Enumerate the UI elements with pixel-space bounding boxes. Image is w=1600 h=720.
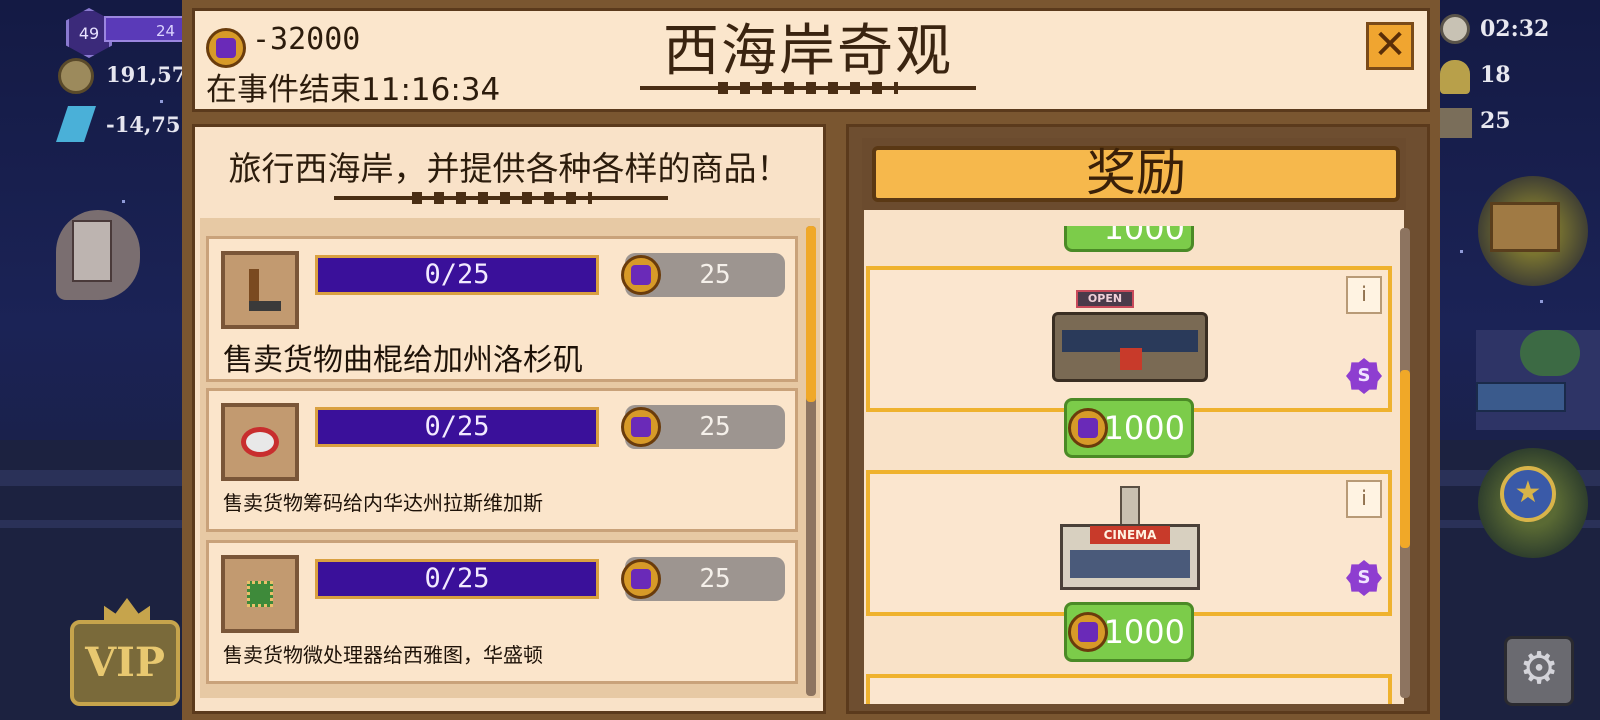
- task-label: 售卖货物微处理器给西雅图，华盛顿: [223, 643, 543, 667]
- star: [1460, 250, 1463, 253]
- star: [160, 100, 163, 103]
- chip-body: [247, 581, 273, 607]
- clock-icon: [1440, 14, 1470, 44]
- task-list-scroll-thumb[interactable]: [806, 226, 816, 402]
- vip-button[interactable]: VIP: [70, 620, 180, 706]
- task-item-frame: [221, 251, 299, 329]
- event-countdown: 在事件结束11:16:34: [206, 72, 501, 108]
- level-progress-bar: 24: [104, 16, 194, 42]
- rarity-badge: S: [1346, 358, 1382, 394]
- event-currency-icon: [621, 407, 661, 447]
- gem-count: -14,75: [106, 112, 181, 137]
- task-label: 售卖货物筹码给内华达州拉斯维加斯: [223, 491, 543, 515]
- task-item-frame: [221, 555, 299, 633]
- cargo-icon: [1438, 108, 1472, 138]
- event-currency-value: -32000: [252, 22, 361, 57]
- task-card: 0/25 25 售卖货物微处理器给西雅图，华盛顿: [206, 540, 798, 684]
- task-reward-value: 25: [699, 412, 731, 442]
- cinema-entrance: [1070, 550, 1190, 578]
- stick-blade: [249, 301, 281, 311]
- cargo-count: 25: [1480, 108, 1511, 134]
- rewards-header: 奖励: [872, 146, 1400, 202]
- cinema-tower: [1120, 486, 1140, 526]
- train-button[interactable]: [1478, 176, 1588, 286]
- task-reward-value: 25: [699, 260, 731, 290]
- document-icon: [72, 220, 112, 282]
- star-medal-icon: ★: [1500, 466, 1556, 522]
- gem-core: [216, 38, 236, 58]
- microprocessor-icon: [233, 567, 287, 621]
- task-progress-bar: 0/25: [315, 255, 599, 295]
- achievements-button[interactable]: ★: [1478, 448, 1588, 558]
- rarity-badge: S: [1346, 560, 1382, 596]
- level-bar-text: 24: [156, 22, 176, 40]
- event-currency-icon: [1068, 408, 1108, 448]
- message-bubble-button[interactable]: [56, 210, 140, 300]
- vip-label: VIP: [85, 639, 165, 686]
- gem-core: [631, 265, 651, 285]
- event-currency-icon: [621, 255, 661, 295]
- star: [1540, 300, 1543, 303]
- gem-core: [1078, 418, 1098, 438]
- close-button[interactable]: ✕: [1366, 22, 1414, 70]
- poker-chips-icon: [233, 415, 287, 469]
- info-scroll-icon[interactable]: i: [1346, 480, 1382, 518]
- event-currency-icon: [621, 559, 661, 599]
- task-progress-bar: 0/25: [315, 407, 599, 447]
- train-icon: [1490, 202, 1560, 252]
- coin-count: 191,57: [106, 62, 187, 87]
- list-clip: [864, 210, 1404, 226]
- gem-core: [1078, 622, 1098, 642]
- population-count: 18: [1480, 62, 1511, 88]
- cinema-sign: CINEMA: [1090, 526, 1170, 544]
- task-reward-value: 25: [699, 564, 731, 594]
- event-currency-icon: [1068, 612, 1108, 652]
- coin-icon: [58, 58, 94, 94]
- task-item-frame: [221, 403, 299, 481]
- level-number: 49: [78, 23, 100, 43]
- task-card: 0/25 25 售卖货物曲棍给加州洛杉矶: [206, 236, 798, 382]
- title-divider-ornament: [718, 82, 898, 94]
- task-progress-bar: 0/25: [315, 559, 599, 599]
- event-description: 旅行西海岸，并提供各种各样的商品！: [228, 149, 790, 188]
- diner-building-icon: OPEN: [1052, 290, 1208, 386]
- gem-core: [631, 569, 651, 589]
- gem-core: [631, 417, 651, 437]
- cinema-building-icon: CINEMA: [1060, 486, 1200, 592]
- tree: [1520, 330, 1580, 376]
- hockey-stick-icon: [233, 263, 287, 317]
- event-currency-icon: [206, 28, 246, 68]
- train-car: [1476, 382, 1566, 412]
- population-icon: [1440, 60, 1470, 94]
- description-divider-ornament: [412, 192, 592, 204]
- clock-time: 02:32: [1480, 16, 1550, 42]
- star: [122, 200, 125, 203]
- diner-door: [1120, 348, 1142, 370]
- info-scroll-icon[interactable]: i: [1346, 276, 1382, 314]
- station-building: [1476, 330, 1600, 430]
- settings-gear-icon[interactable]: ⚙: [1504, 636, 1574, 706]
- price-label: 1000: [1103, 613, 1185, 651]
- task-card: 0/25 25 售卖货物筹码给内华达州拉斯维加斯: [206, 388, 798, 532]
- event-title: 西海岸奇观: [663, 19, 953, 84]
- rewards-scroll-thumb[interactable]: [1400, 370, 1410, 548]
- price-label: 1000: [1103, 409, 1185, 447]
- reward-card: [866, 674, 1392, 704]
- open-sign: OPEN: [1076, 290, 1134, 308]
- task-label: 售卖货物曲棍给加州洛杉矶: [223, 343, 583, 378]
- chip-stack: [241, 427, 279, 457]
